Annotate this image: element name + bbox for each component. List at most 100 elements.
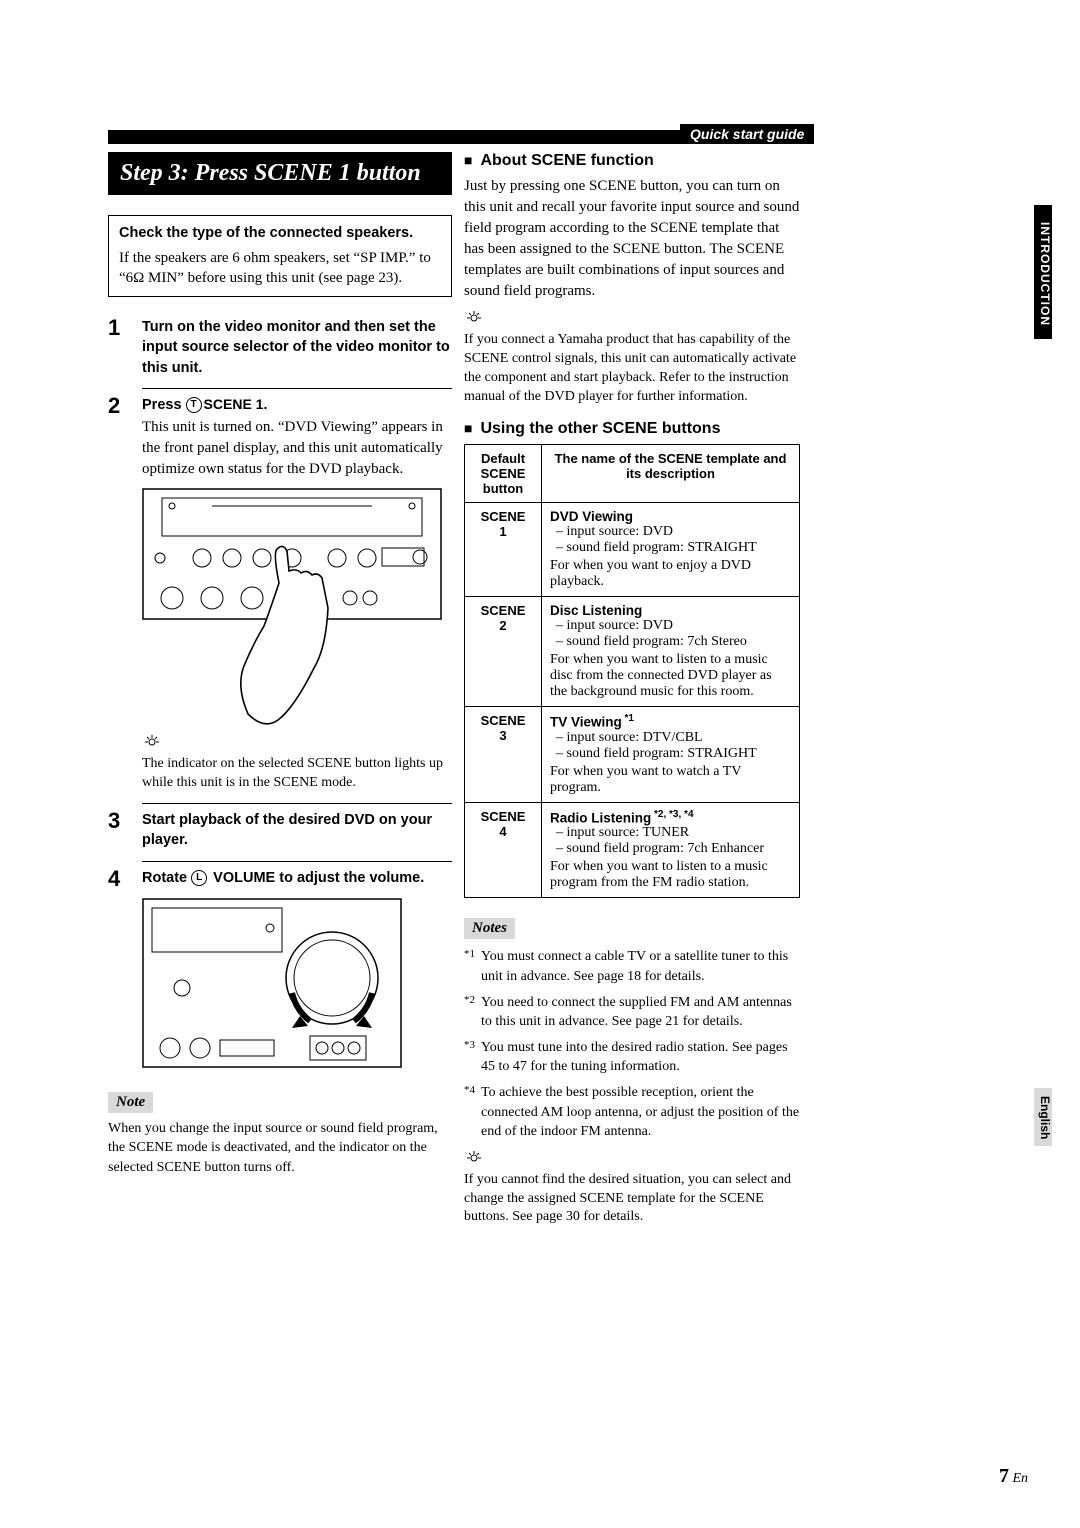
tip-icon <box>464 1150 484 1164</box>
step-heading: Step 3: Press SCENE 1 button <box>108 152 452 195</box>
note-marker: *3 <box>464 1038 475 1077</box>
step-number: 3 <box>108 810 130 851</box>
scene-table-h1: Default SCENE button <box>465 445 542 503</box>
note-marker: *4 <box>464 1083 475 1142</box>
left-note-block: Note When you change the input source or… <box>108 1082 452 1178</box>
step-3: 3 Start playback of the desired DVD on y… <box>108 810 452 851</box>
step-list: 1 Turn on the video monitor and then set… <box>108 317 452 1077</box>
notes-block: Notes *1You must connect a cable TV or a… <box>464 908 800 1227</box>
circled-letter: T <box>186 397 202 413</box>
check-speakers-title: Check the type of the connected speakers… <box>119 224 441 244</box>
note-text: You need to connect the supplied FM and … <box>481 993 800 1032</box>
step-4-head-pre: Rotate <box>142 870 191 886</box>
scene-template-for: For when you want to listen to a music p… <box>550 859 791 891</box>
note-item: *2You need to connect the supplied FM an… <box>464 993 800 1032</box>
step-divider <box>142 803 452 804</box>
about-scene-tip-text: If you connect a Yamaha product that has… <box>464 331 800 407</box>
scene-button-cell: SCENE2 <box>465 597 542 707</box>
left-note-text: When you change the input source or soun… <box>108 1119 452 1178</box>
about-scene-heading: ■ About SCENE function <box>464 152 800 170</box>
about-scene-tip: If you connect a Yamaha product that has… <box>464 310 800 406</box>
note-marker: *1 <box>464 947 475 986</box>
step-3-head: Start playback of the desired DVD on you… <box>142 810 452 851</box>
scene-desc-cell: TV Viewing *1– input source: DTV/CBL– so… <box>542 707 800 803</box>
about-scene-heading-text: About SCENE function <box>480 152 653 169</box>
note-text: To achieve the best possible reception, … <box>481 1083 800 1142</box>
step-divider <box>142 388 452 389</box>
scene-template-name: DVD Viewing <box>550 509 791 524</box>
side-tab-english: English <box>1034 1088 1052 1146</box>
scene-template-for: For when you want to listen to a music d… <box>550 652 791 700</box>
scene-template-line: – sound field program: STRAIGHT <box>550 746 791 762</box>
check-speakers-body: If the speakers are 6 ohm speakers, set … <box>119 250 431 286</box>
scene-template-line: – input source: DVD <box>550 618 791 634</box>
page-number-lang: En <box>1012 1471 1028 1486</box>
note-marker: *2 <box>464 993 475 1032</box>
step-4-head: Rotate L VOLUME to adjust the volume. <box>142 868 452 888</box>
using-scene-heading: ■ Using the other SCENE buttons <box>464 420 800 438</box>
step-2: 2 Press TSCENE 1. This unit is turned on… <box>108 395 452 480</box>
check-speakers-box: Check the type of the connected speakers… <box>108 215 452 297</box>
side-tab-introduction: INTRODUCTION <box>1034 205 1052 339</box>
scene-template-line: – input source: TUNER <box>550 825 791 841</box>
scene-template-line: – sound field program: 7ch Enhancer <box>550 841 791 857</box>
step-2-head-post: SCENE 1. <box>204 396 268 412</box>
table-row: SCENE2Disc Listening– input source: DVD–… <box>465 597 800 707</box>
table-row: SCENE3TV Viewing *1– input source: DTV/C… <box>465 707 800 803</box>
scene-desc-cell: Radio Listening *2, *3, *4– input source… <box>542 802 800 898</box>
step-2-tip: The indicator on the selected SCENE butt… <box>142 734 452 793</box>
scene-template-name: Disc Listening <box>550 603 791 618</box>
volume-illustration <box>142 898 452 1078</box>
table-row: SCENE4Radio Listening *2, *3, *4– input … <box>465 802 800 898</box>
scene-template-line: – sound field program: STRAIGHT <box>550 540 791 556</box>
scene-button-cell: SCENE3 <box>465 707 542 803</box>
manual-page: Quick start guide INTRODUCTION English 7… <box>0 0 1080 1528</box>
note-text: You must connect a cable TV or a satelli… <box>481 947 800 986</box>
square-bullet-icon: ■ <box>464 420 472 436</box>
step-1: 1 Turn on the video monitor and then set… <box>108 317 452 378</box>
step-2-body: This unit is turned on. “DVD Viewing” ap… <box>142 417 452 480</box>
scene-template-for: For when you want to enjoy a DVD playbac… <box>550 558 791 590</box>
step-number: 1 <box>108 317 130 378</box>
about-scene-para: Just by pressing one SCENE button, you c… <box>464 176 800 302</box>
left-column: Step 3: Press SCENE 1 button Check the t… <box>108 152 452 1177</box>
scene-table: Default SCENE button The name of the SCE… <box>464 444 800 898</box>
notes-label: Notes <box>464 918 515 939</box>
circled-letter: L <box>191 870 207 886</box>
page-number-value: 7 <box>999 1465 1009 1487</box>
scene-template-for: For when you want to watch a TV program. <box>550 764 791 796</box>
using-scene-heading-text: Using the other SCENE buttons <box>480 420 720 437</box>
step-number: 4 <box>108 868 130 890</box>
front-panel-illustration <box>142 488 452 728</box>
scene-button-cell: SCENE4 <box>465 802 542 898</box>
note-item: *1You must connect a cable TV or a satel… <box>464 947 800 986</box>
step-1-head: Turn on the video monitor and then set t… <box>142 317 452 378</box>
step-4: 4 Rotate L VOLUME to adjust the volume. <box>108 868 452 890</box>
scene-template-line: – input source: DTV/CBL <box>550 730 791 746</box>
note-item: *4To achieve the best possible reception… <box>464 1083 800 1142</box>
tip-icon <box>464 310 484 324</box>
scene-desc-cell: Disc Listening– input source: DVD– sound… <box>542 597 800 707</box>
step-2-tip-text: The indicator on the selected SCENE butt… <box>142 755 452 793</box>
page-number: 7 En <box>999 1465 1028 1488</box>
note-label: Note <box>108 1092 153 1113</box>
scene-table-h2: The name of the SCENE template and its d… <box>542 445 800 503</box>
step-2-head-pre: Press <box>142 397 186 413</box>
table-row: SCENE1DVD Viewing– input source: DVD– so… <box>465 503 800 597</box>
step-divider <box>142 861 452 862</box>
step-number: 2 <box>108 395 130 480</box>
note-item: *3You must tune into the desired radio s… <box>464 1038 800 1077</box>
scene-desc-cell: DVD Viewing– input source: DVD– sound fi… <box>542 503 800 597</box>
step-4-head-post: VOLUME to adjust the volume. <box>209 870 424 886</box>
notes-final-tip-text: If you cannot find the desired situation… <box>464 1171 800 1228</box>
scene-template-name: TV Viewing *1 <box>550 713 791 730</box>
right-column: ■ About SCENE function Just by pressing o… <box>464 152 800 1233</box>
square-bullet-icon: ■ <box>464 152 472 168</box>
notes-final-tip: If you cannot find the desired situation… <box>464 1150 800 1228</box>
step-2-head: Press TSCENE 1. <box>142 395 452 415</box>
scene-template-line: – input source: DVD <box>550 524 791 540</box>
scene-button-cell: SCENE1 <box>465 503 542 597</box>
scene-template-name: Radio Listening *2, *3, *4 <box>550 809 791 826</box>
guide-label: Quick start guide <box>680 124 814 144</box>
note-text: You must tune into the desired radio sta… <box>481 1038 800 1077</box>
